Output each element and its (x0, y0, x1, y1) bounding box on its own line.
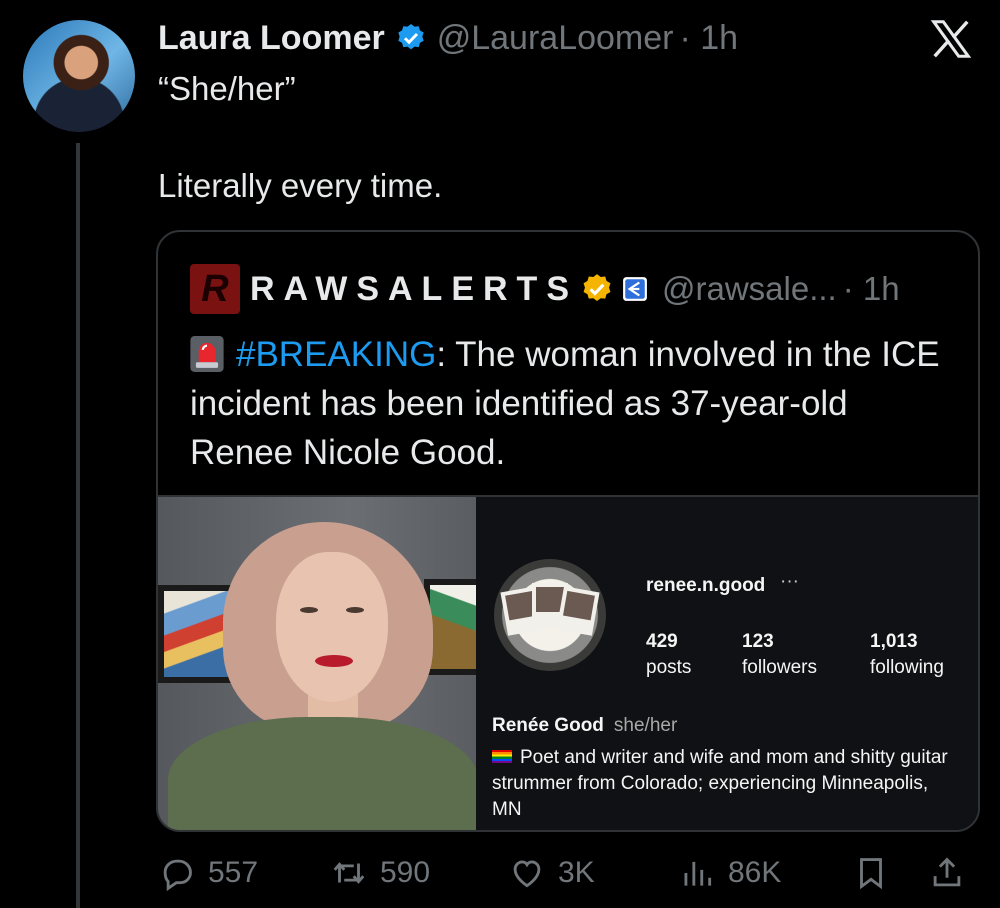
reply-icon (163, 859, 192, 892)
ig-more: ··· (780, 571, 799, 592)
bookmark-icon (860, 858, 882, 890)
affiliate-badge-icon (623, 277, 647, 301)
gold-badge-icon (583, 274, 611, 302)
ig-stat-following: 1,013 following (870, 631, 944, 678)
ig-stat-followers: 123 followers (742, 631, 817, 678)
ig-bio: Poet and writer and wife and mom and shi… (492, 747, 948, 820)
quoted-tweet-media[interactable]: renee.n.good ··· 429 posts 123 followers 1… (158, 495, 978, 830)
repost-icon (333, 862, 365, 884)
share-icon (933, 857, 961, 887)
instagram-profile-screenshot: renee.n.good ··· 429 posts 123 followers 1… (476, 497, 978, 830)
reply-button[interactable]: 557 (158, 850, 258, 896)
share-button[interactable] (928, 850, 978, 896)
author-handle[interactable]: @LauraLoomer (437, 19, 674, 58)
tweet-text-line1: “She/her” (158, 70, 296, 107)
author-avatar[interactable] (23, 20, 135, 132)
tweet-header: Laura Loomer @LauraLoomer · 1h (158, 14, 738, 62)
quoted-tweet-text: #BREAKING: The woman involved in the ICE… (190, 330, 960, 477)
quoted-tweet-time[interactable]: · 1h (843, 270, 900, 308)
tweet-actions: 557 590 3K 86K (158, 850, 978, 896)
ig-stat-posts: 429 posts (646, 631, 692, 678)
breaking-hashtag[interactable]: #BREAKING (236, 335, 436, 374)
views-icon (684, 861, 712, 886)
bookmark-button[interactable] (852, 850, 902, 896)
rainbow-flag-icon (492, 750, 512, 763)
ig-username: renee.n.good (646, 575, 766, 596)
ig-avatar (494, 559, 606, 671)
tweet-text-line2: Literally every time. (158, 167, 443, 204)
verified-badge-icon (398, 24, 424, 50)
author-name[interactable]: Laura Loomer (158, 19, 385, 58)
like-button[interactable]: 3K (508, 850, 595, 896)
siren-icon (190, 336, 224, 372)
quoted-author-handle[interactable]: @rawsale... (662, 270, 837, 308)
tweet-time[interactable]: · 1h (679, 19, 738, 58)
quoted-author-name[interactable]: RAWSALERTS (250, 270, 578, 309)
quoted-tweet-header: R RAWSALERTS @rawsale... · 1h (190, 264, 900, 314)
views-button[interactable]: 86K (678, 850, 781, 896)
quoted-tweet-card[interactable]: R RAWSALERTS @rawsale... · 1h #BREAKING:… (156, 230, 980, 832)
portrait-photo (158, 497, 476, 830)
ig-display-name: Renée Good she/her (492, 715, 678, 736)
x-logo-icon (930, 20, 972, 58)
rawsalerts-avatar[interactable]: R (190, 264, 240, 314)
like-icon (513, 860, 541, 888)
thread-line (76, 143, 80, 908)
repost-button[interactable]: 590 (330, 850, 430, 896)
